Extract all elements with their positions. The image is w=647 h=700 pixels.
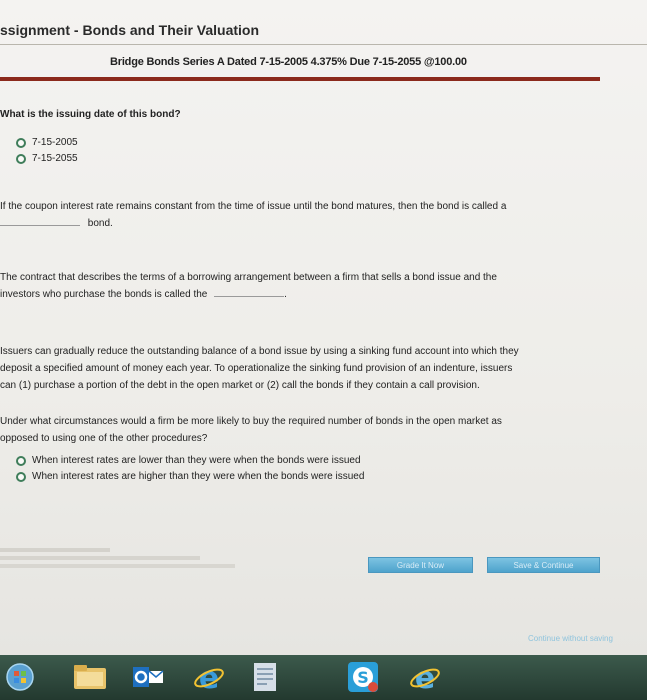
section-divider [0, 77, 600, 81]
folder-icon[interactable] [70, 660, 110, 694]
skype-icon[interactable]: S [343, 660, 383, 694]
question-text-2: opposed to using one of the other proced… [0, 433, 208, 444]
question-issue-date: What is the issuing date of this bond? [0, 109, 181, 120]
blank-answer-input[interactable] [214, 296, 285, 297]
option-rates-lower[interactable]: When interest rates are lower than they … [16, 455, 361, 466]
windows-start-icon[interactable] [4, 660, 36, 694]
save-continue-button[interactable]: Save & Continue [487, 557, 600, 573]
radio-button[interactable] [16, 455, 26, 466]
internet-explorer-icon[interactable]: e [404, 660, 446, 694]
document-icon[interactable] [248, 660, 282, 694]
option-7-15-2055[interactable]: 7-15-2055 [16, 153, 78, 164]
radio-button[interactable] [16, 137, 26, 148]
outlook-icon[interactable] [128, 660, 168, 694]
question-open-market: Under what circumstances would a firm be… [0, 413, 502, 447]
paragraph-line: Issuers can gradually reduce the outstan… [0, 346, 519, 357]
svg-text:e: e [199, 661, 219, 693]
grade-it-now-button[interactable]: Grade It Now [368, 557, 473, 573]
radio-button[interactable] [16, 471, 26, 482]
internet-explorer-icon[interactable]: e [188, 660, 230, 694]
option-rates-higher[interactable]: When interest rates are higher than they… [16, 471, 364, 482]
bond-info: Bridge Bonds Series A Dated 7-15-2005 4.… [110, 56, 467, 68]
question-coupon-rate: If the coupon interest rate remains cons… [0, 198, 506, 232]
page-title: ssignment - Bonds and Their Valuation [0, 22, 260, 38]
continue-without-saving-link[interactable]: Continue without saving [528, 634, 613, 643]
title-divider [0, 44, 647, 45]
question-text-2: investors who purchase the bonds is call… [0, 289, 208, 300]
blank-answer-input[interactable] [0, 225, 80, 226]
option-label: 7-15-2005 [32, 137, 78, 148]
option-label: 7-15-2055 [32, 153, 78, 164]
paragraph-line: deposit a specified amount of money each… [0, 363, 513, 374]
option-label: When interest rates are higher than they… [32, 471, 365, 482]
question-text: If the coupon interest rate remains cons… [0, 201, 507, 212]
question-indenture: The contract that describes the terms of… [0, 269, 497, 303]
radio-button[interactable] [16, 153, 26, 164]
svg-text:S: S [357, 668, 369, 687]
sinking-fund-paragraph: Issuers can gradually reduce the outstan… [0, 343, 519, 394]
question-text-tail: bond. [87, 218, 113, 229]
assignment-page: ssignment - Bonds and Their Valuation Br… [0, 0, 647, 655]
option-label: When interest rates are lower than they … [32, 455, 361, 466]
svg-text:e: e [415, 661, 435, 693]
footer-text-faint [0, 548, 240, 574]
paragraph-line: can (1) purchase a portion of the debt i… [0, 380, 480, 391]
question-text: Under what circumstances would a firm be… [0, 416, 502, 427]
option-7-15-2005[interactable]: 7-15-2005 [16, 137, 78, 148]
question-text: The contract that describes the terms of… [0, 272, 497, 283]
question-text-tail: . [284, 289, 287, 300]
